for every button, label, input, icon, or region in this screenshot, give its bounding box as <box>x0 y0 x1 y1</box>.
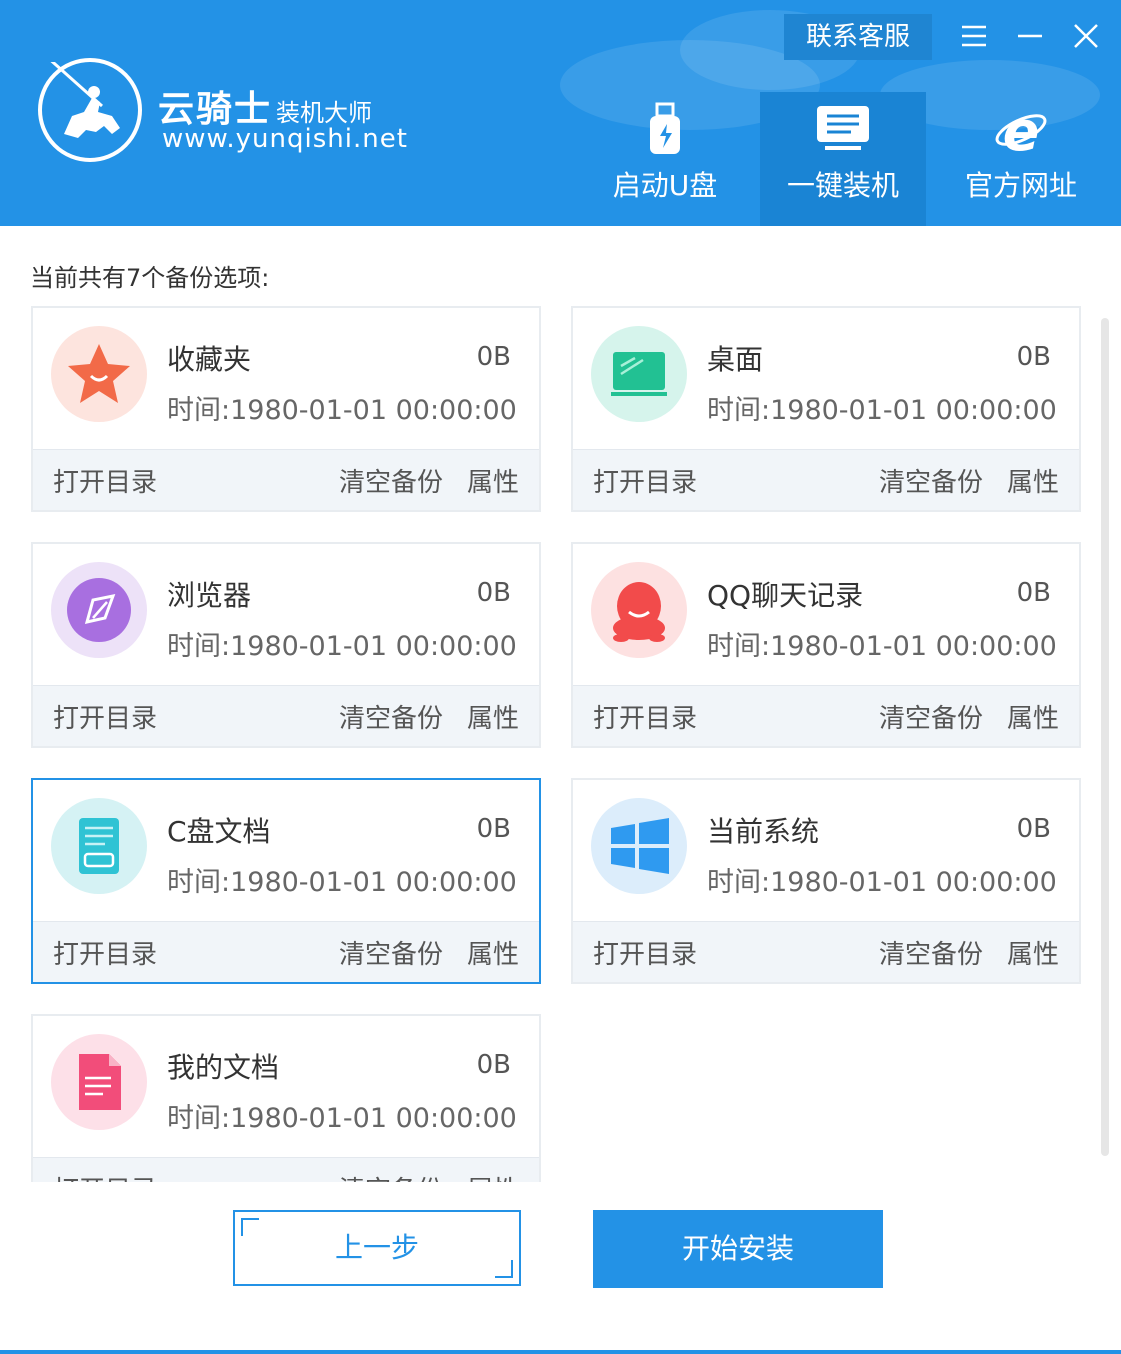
card-title: QQ聊天记录 <box>707 579 864 612</box>
nav-label: 启动U盘 <box>612 169 718 202</box>
windows-logo-icon <box>591 798 687 894</box>
card-time: 时间:1980-01-01 00:00:00 <box>707 867 1057 898</box>
usb-drive-icon <box>645 102 685 162</box>
svg-text:e: e <box>1003 102 1040 158</box>
bottom-border <box>0 1350 1121 1354</box>
compass-icon <box>51 562 147 658</box>
minimize-icon[interactable] <box>1012 18 1048 54</box>
scrollbar[interactable] <box>1101 318 1109 1156</box>
properties-link[interactable]: 属性 <box>1007 934 1059 971</box>
clear-backup-link[interactable]: 清空备份 <box>879 462 983 499</box>
properties-link[interactable]: 属性 <box>467 934 519 971</box>
backup-card-current-system[interactable]: 当前系统 0B 时间:1980-01-01 00:00:00 打开目录 清空备份… <box>571 778 1081 984</box>
open-directory-link[interactable]: 打开目录 <box>593 462 697 499</box>
card-footer: 打开目录 清空备份 属性 <box>33 921 539 982</box>
card-size: 0B <box>1016 814 1051 844</box>
card-title: 当前系统 <box>707 815 820 848</box>
card-footer: 打开目录 清空备份 属性 <box>33 685 539 746</box>
properties-link[interactable]: 属性 <box>467 1170 519 1182</box>
card-size: 0B <box>476 578 511 608</box>
card-title: 我的文档 <box>167 1051 280 1084</box>
open-directory-link[interactable]: 打开目录 <box>53 462 157 499</box>
clear-backup-link[interactable]: 清空备份 <box>879 698 983 735</box>
clear-backup-link[interactable]: 清空备份 <box>339 934 443 971</box>
card-time: 时间:1980-01-01 00:00:00 <box>167 395 517 426</box>
clear-backup-link[interactable]: 清空备份 <box>339 698 443 735</box>
clear-backup-link[interactable]: 清空备份 <box>339 1170 443 1182</box>
monitor-icon <box>815 102 871 158</box>
open-directory-link[interactable]: 打开目录 <box>53 1170 157 1182</box>
open-directory-link[interactable]: 打开目录 <box>593 934 697 971</box>
properties-link[interactable]: 属性 <box>467 462 519 499</box>
corner-decoration <box>241 1218 259 1236</box>
previous-step-label: 上一步 <box>334 1231 419 1264</box>
document-icon <box>51 1034 147 1130</box>
logo-url: www.yunqishi.net <box>162 124 408 154</box>
card-footer: 打开目录 清空备份 属性 <box>33 449 539 510</box>
card-title: 收藏夹 <box>167 343 252 376</box>
desktop-icon <box>591 326 687 422</box>
card-size: 0B <box>476 1050 511 1080</box>
drive-document-icon <box>51 798 147 894</box>
contact-support-button[interactable]: 联系客服 <box>784 14 932 60</box>
card-time: 时间:1980-01-01 00:00:00 <box>707 395 1057 426</box>
backup-card-c-drive-documents[interactable]: C盘文档 0B 时间:1980-01-01 00:00:00 打开目录 清空备份… <box>31 778 541 984</box>
card-time: 时间:1980-01-01 00:00:00 <box>167 1103 517 1134</box>
card-time: 时间:1980-01-01 00:00:00 <box>167 867 517 898</box>
card-title: 桌面 <box>707 343 764 376</box>
nav-label: 一键装机 <box>786 169 899 202</box>
card-title: 浏览器 <box>167 579 252 612</box>
open-directory-link[interactable]: 打开目录 <box>53 698 157 735</box>
backup-count-label: 当前共有7个备份选项: <box>30 264 270 292</box>
backup-card-browser[interactable]: 浏览器 0B 时间:1980-01-01 00:00:00 打开目录 清空备份 … <box>31 542 541 748</box>
backup-card-my-documents[interactable]: 我的文档 0B 时间:1980-01-01 00:00:00 打开目录 清空备份… <box>31 1014 541 1182</box>
card-title: C盘文档 <box>167 815 271 848</box>
clear-backup-link[interactable]: 清空备份 <box>879 934 983 971</box>
nav-tab-install[interactable]: 一键装机 <box>760 92 926 226</box>
star-icon <box>51 326 147 422</box>
nav-tab-usb[interactable]: 启动U盘 <box>582 92 748 226</box>
open-directory-link[interactable]: 打开目录 <box>593 698 697 735</box>
close-icon[interactable] <box>1068 18 1104 54</box>
backup-card-desktop[interactable]: 桌面 0B 时间:1980-01-01 00:00:00 打开目录 清空备份 属… <box>571 306 1081 512</box>
card-size: 0B <box>476 342 511 372</box>
previous-step-button[interactable]: 上一步 <box>233 1210 521 1286</box>
corner-decoration <box>495 1260 513 1278</box>
card-size: 0B <box>1016 342 1051 372</box>
card-size: 0B <box>476 814 511 844</box>
card-time: 时间:1980-01-01 00:00:00 <box>167 631 517 662</box>
open-directory-link[interactable]: 打开目录 <box>53 934 157 971</box>
start-install-button[interactable]: 开始安装 <box>593 1210 883 1288</box>
ie-browser-icon: e <box>993 100 1049 163</box>
menu-icon[interactable] <box>956 18 992 54</box>
backup-list[interactable]: 收藏夹 0B 时间:1980-01-01 00:00:00 打开目录 清空备份 … <box>0 300 1100 1182</box>
card-time: 时间:1980-01-01 00:00:00 <box>707 631 1057 662</box>
properties-link[interactable]: 属性 <box>467 698 519 735</box>
card-footer: 打开目录 清空备份 属性 <box>573 685 1079 746</box>
qq-penguin-icon <box>591 562 687 658</box>
properties-link[interactable]: 属性 <box>1007 462 1059 499</box>
card-size: 0B <box>1016 578 1051 608</box>
backup-card-qq[interactable]: QQ聊天记录 0B 时间:1980-01-01 00:00:00 打开目录 清空… <box>571 542 1081 748</box>
card-footer: 打开目录 清空备份 属性 <box>33 1157 539 1182</box>
card-footer: 打开目录 清空备份 属性 <box>573 921 1079 982</box>
clear-backup-link[interactable]: 清空备份 <box>339 462 443 499</box>
properties-link[interactable]: 属性 <box>1007 698 1059 735</box>
backup-card-favorites[interactable]: 收藏夹 0B 时间:1980-01-01 00:00:00 打开目录 清空备份 … <box>31 306 541 512</box>
card-footer: 打开目录 清空备份 属性 <box>573 449 1079 510</box>
nav-tab-website[interactable]: e 官方网址 <box>938 92 1104 226</box>
header-bar: 云骑士 装机大师 www.yunqishi.net 联系客服 启动U盘 一键装机 … <box>0 0 1121 226</box>
knight-logo-icon <box>38 58 142 162</box>
nav-label: 官方网址 <box>964 169 1077 202</box>
